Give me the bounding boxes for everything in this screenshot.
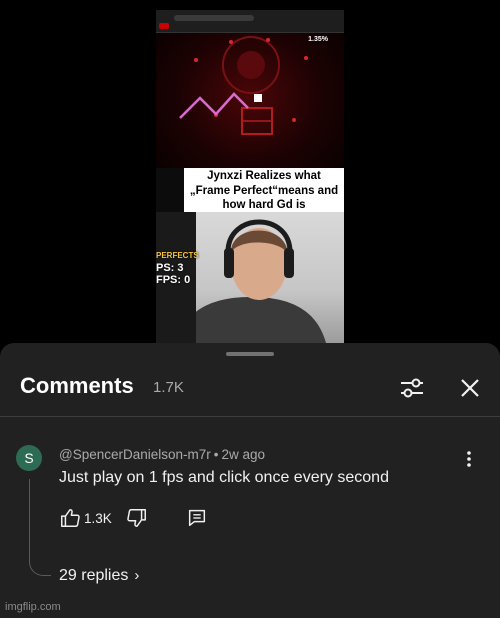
comments-title: Comments (20, 373, 134, 398)
comment-meta: @SpencerDanielson-m7r • 2w ago (59, 447, 265, 462)
chevron-right-icon: › (134, 567, 140, 584)
gameplay-graphic (179, 36, 308, 135)
comment-text: Just play on 1 fps and click once every … (59, 469, 389, 486)
like-count: 1.3K (84, 511, 112, 526)
filter-icon[interactable] (398, 376, 426, 400)
thumb-up-icon[interactable] (59, 507, 81, 529)
caption-line: how hard Gd is (222, 199, 306, 211)
overlay-line: FPS: 0 (156, 274, 191, 286)
thumb-down-icon[interactable] (126, 507, 148, 529)
progress-percent: 1.35% (308, 36, 328, 43)
gameplay-view (156, 10, 344, 168)
thread-line (29, 479, 51, 576)
url-bar (174, 15, 254, 21)
caption-line: „Frame Perfect“means and (189, 184, 339, 197)
more-vert-icon[interactable] (462, 449, 476, 469)
video-player[interactable]: 1.35% Jynxzi Realizes what „Frame Perfec… (156, 10, 344, 343)
header-divider (0, 416, 500, 417)
drag-handle[interactable] (226, 352, 274, 356)
avatar[interactable]: S (16, 445, 42, 471)
reply-icon[interactable] (186, 507, 208, 529)
overlay-line: PS: 3 (156, 262, 184, 274)
overlay-line: PERFECTS (156, 251, 199, 260)
replies-label: 29 replies (59, 567, 129, 584)
imgflip-watermark: imgflip.com (5, 601, 61, 613)
caption-left-area (156, 168, 184, 212)
caption-line: Jynxzi Realizes what (207, 170, 321, 182)
browser-bar (156, 10, 344, 33)
stream-overlay: PERFECTS PS: 3 FPS: 0 (156, 250, 199, 286)
comment-author[interactable]: @SpencerDanielson-m7r (59, 447, 211, 462)
close-icon[interactable] (458, 376, 482, 400)
video-caption: Jynxzi Realizes what „Frame Perfect“mean… (184, 168, 344, 212)
view-replies-button[interactable]: 29 replies › (59, 567, 139, 585)
comments-sheet: Comments 1.7K S @SpencerDanielson-m7r • 2w… (0, 343, 500, 618)
youtube-logo-icon (159, 23, 169, 29)
comment-time: 2w ago (221, 447, 266, 462)
comments-count: 1.7K (153, 379, 184, 396)
meta-separator: • (213, 447, 219, 462)
